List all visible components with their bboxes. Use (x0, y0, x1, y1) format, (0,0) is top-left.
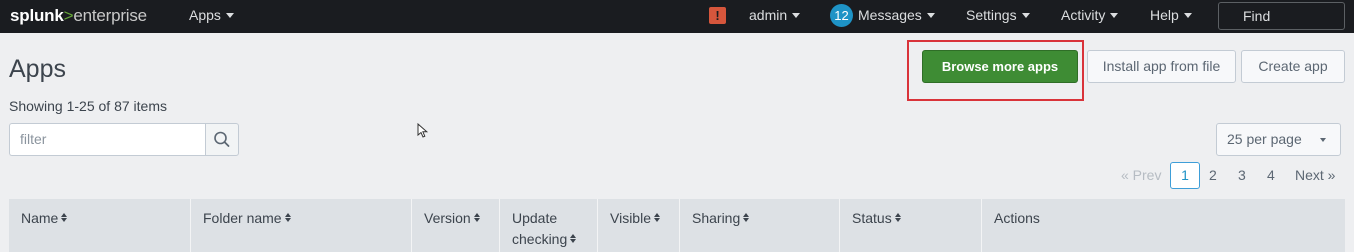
messages-menu[interactable]: Messages (858, 7, 935, 23)
create-app-button[interactable]: Create app (1241, 50, 1345, 83)
sort-icon (473, 213, 480, 222)
page-title: Apps (9, 55, 66, 83)
chevron-down-icon (1183, 13, 1192, 18)
pagination-page-2[interactable]: 2 (1209, 167, 1217, 183)
top-navigation-bar: splunk>enterprise Apps ! admin 12 Messag… (0, 0, 1354, 33)
column-label: Name (21, 210, 59, 226)
logo-brand: splunk (10, 6, 64, 25)
settings-menu-label: Settings (966, 7, 1017, 23)
column-header-name[interactable]: Name (9, 199, 191, 252)
chevron-down-icon (1320, 138, 1326, 142)
apps-menu[interactable]: Apps (189, 7, 234, 23)
column-label: Update checking (512, 210, 568, 247)
column-header-version[interactable]: Version (412, 199, 500, 252)
column-header-folder-name[interactable]: Folder name (191, 199, 412, 252)
help-menu-label: Help (1150, 7, 1179, 23)
highlight-box (907, 40, 1084, 101)
item-count-text: Showing 1-25 of 87 items (9, 98, 167, 114)
user-menu-label: admin (749, 7, 788, 23)
logo-chevron: > (63, 6, 74, 25)
pagination-page-4[interactable]: 4 (1267, 167, 1275, 183)
pagination-page-1[interactable]: 1 (1170, 162, 1200, 189)
messages-count-badge[interactable]: 12 (830, 4, 853, 27)
filter-search-button[interactable] (205, 123, 239, 156)
chevron-down-icon (792, 13, 801, 18)
column-label: Sharing (692, 210, 741, 226)
column-header-status[interactable]: Status (840, 199, 982, 252)
column-header-sharing[interactable]: Sharing (680, 199, 840, 252)
per-page-select[interactable]: 25 per page (1216, 123, 1341, 156)
logo-product: enterprise (73, 6, 147, 25)
column-header-update-checking[interactable]: Update checking (500, 199, 598, 252)
column-header-visible[interactable]: Visible (598, 199, 680, 252)
activity-menu[interactable]: Activity (1061, 7, 1119, 23)
chevron-down-icon (926, 13, 935, 18)
settings-menu[interactable]: Settings (966, 7, 1030, 23)
search-icon (214, 131, 230, 147)
column-header-actions: Actions (982, 199, 1345, 252)
pagination-next[interactable]: Next » (1295, 167, 1335, 183)
sort-icon (570, 234, 577, 243)
activity-menu-label: Activity (1061, 7, 1106, 23)
column-label: Version (424, 210, 471, 226)
pagination-page-3[interactable]: 3 (1238, 167, 1246, 183)
apps-menu-label: Apps (189, 7, 221, 23)
sort-icon (894, 213, 901, 222)
column-label: Visible (610, 210, 651, 226)
messages-menu-label: Messages (858, 7, 922, 23)
sort-icon (654, 213, 660, 222)
per-page-value: 25 per page (1227, 131, 1302, 147)
chevron-down-icon (1110, 13, 1119, 18)
user-menu[interactable]: admin (749, 7, 801, 23)
chevron-down-icon (225, 13, 234, 18)
sort-icon (284, 213, 291, 222)
chevron-down-icon (1021, 13, 1030, 18)
column-label: Folder name (203, 210, 282, 226)
column-label: Actions (994, 210, 1040, 226)
install-app-from-file-button[interactable]: Install app from file (1087, 50, 1236, 83)
column-label: Status (852, 210, 892, 226)
splunk-logo[interactable]: splunk>enterprise (10, 6, 147, 26)
find-input[interactable]: Find (1218, 2, 1345, 30)
sort-icon (743, 213, 750, 222)
mouse-cursor-icon (417, 123, 429, 138)
sort-icon (61, 213, 68, 222)
filter-input[interactable]: filter (9, 123, 206, 156)
help-menu[interactable]: Help (1150, 7, 1192, 23)
pagination-prev: « Prev (1121, 167, 1162, 183)
alert-icon[interactable]: ! (709, 7, 726, 24)
